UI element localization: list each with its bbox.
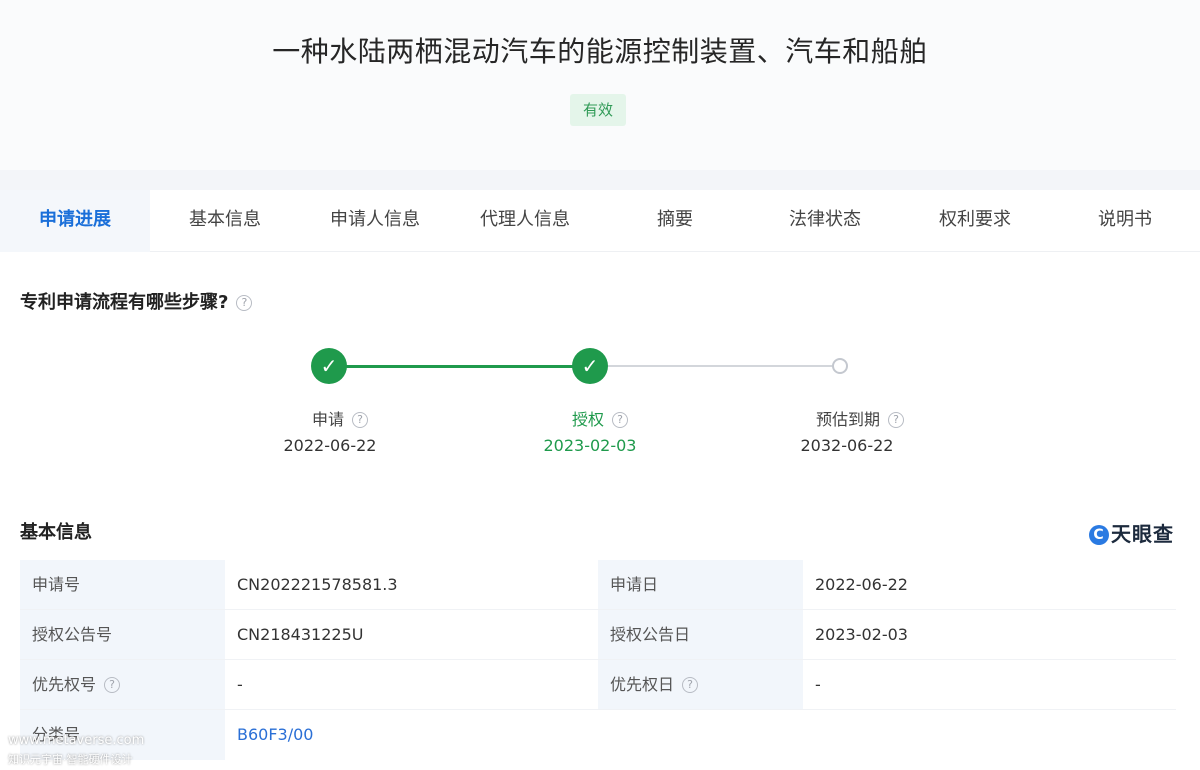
table-value: 2023-02-03 — [803, 610, 1176, 660]
classification-link[interactable]: B60F3/00 — [225, 710, 598, 760]
help-icon[interactable]: ? — [236, 295, 253, 311]
tab-description[interactable]: 说明书 — [1050, 190, 1200, 252]
table-key: 优先权号? — [20, 660, 225, 710]
tab-basic-info[interactable]: 基本信息 — [150, 190, 300, 252]
table-value: - — [803, 660, 1176, 710]
brand-logo[interactable]: C 天眼查 — [1089, 518, 1174, 547]
table-key: 授权公告号 — [20, 610, 225, 660]
timeline-pending-line — [590, 365, 840, 367]
table-key: 授权公告日 — [598, 610, 803, 660]
patent-header: 一种水陆两栖混动汽车的能源控制装置、汽车和船舶 有效 — [0, 0, 1200, 170]
table-key: 申请号 — [20, 560, 225, 610]
step-label-expire: 预估到期? — [770, 406, 950, 430]
step-label-text: 授权 — [571, 410, 604, 429]
step-date-grant: 2023-02-03 — [543, 436, 637, 455]
table-value: CN218431225U — [225, 610, 598, 660]
basic-info-table: 申请号 CN202221578581.3 申请日 2022-06-22 授权公告… — [20, 560, 1176, 760]
main-content: 专利申请流程有哪些步骤?? ✓ ✓ 申请? 2022-06-22 授权? 202… — [0, 252, 1200, 770]
help-icon[interactable]: ? — [612, 412, 628, 428]
watermark: www.metaverse.com — [8, 733, 145, 748]
tab-claims[interactable]: 权利要求 — [900, 190, 1050, 252]
tab-abstract[interactable]: 摘要 — [600, 190, 750, 252]
step-date-apply: 2022-06-22 — [283, 436, 377, 455]
table-row: 授权公告号 CN218431225U 授权公告日 2023-02-03 — [20, 610, 1176, 660]
tab-legal-status[interactable]: 法律状态 — [750, 190, 900, 252]
step-check-icon: ✓ — [572, 348, 608, 384]
basic-info-title: 基本信息 — [20, 522, 92, 543]
table-row: 申请号 CN202221578581.3 申请日 2022-06-22 — [20, 560, 1176, 610]
tab-applicant-info[interactable]: 申请人信息 — [300, 190, 450, 252]
table-value: CN202221578581.3 — [225, 560, 598, 610]
table-key-text: 优先权日 — [610, 675, 675, 694]
step-label-text: 预估到期 — [815, 410, 880, 429]
tab-application-progress[interactable]: 申请进展 — [0, 190, 150, 252]
help-icon[interactable]: ? — [352, 412, 368, 428]
status-badge: 有效 — [570, 94, 626, 126]
step-label-grant: 授权? — [510, 406, 690, 430]
table-value: - — [225, 660, 598, 710]
table-value: 2022-06-22 — [803, 560, 1176, 610]
help-icon[interactable]: ? — [888, 412, 904, 428]
step-label-apply: 申请? — [250, 406, 430, 430]
tab-bar: 申请进展 基本信息 申请人信息 代理人信息 摘要 法律状态 权利要求 说明书 — [0, 190, 1200, 252]
help-icon[interactable]: ? — [104, 677, 121, 693]
step-date-expire: 2032-06-22 — [800, 436, 894, 455]
process-question: 专利申请流程有哪些步骤?? — [20, 288, 253, 314]
help-icon[interactable]: ? — [682, 677, 699, 693]
timeline-progress-line — [330, 365, 590, 368]
tianyancha-logo-icon: C — [1089, 525, 1109, 545]
brand-text: 天眼查 — [1111, 522, 1174, 546]
tab-agent-info[interactable]: 代理人信息 — [450, 190, 600, 252]
patent-title: 一种水陆两栖混动汽车的能源控制装置、汽车和船舶 — [272, 35, 928, 68]
table-key-text: 优先权号 — [32, 675, 97, 694]
process-question-text: 专利申请流程有哪些步骤? — [20, 292, 229, 313]
table-row: 分类号 B60F3/00 — [20, 710, 1176, 760]
step-label-text: 申请 — [311, 410, 344, 429]
step-pending-dot — [832, 358, 848, 374]
step-check-icon: ✓ — [311, 348, 347, 384]
watermark-subtitle: 知识元宇宙·智能硬件设计 — [8, 753, 133, 766]
table-row: 优先权号? - 优先权日? - — [20, 660, 1176, 710]
table-key: 优先权日? — [598, 660, 803, 710]
table-key: 申请日 — [598, 560, 803, 610]
